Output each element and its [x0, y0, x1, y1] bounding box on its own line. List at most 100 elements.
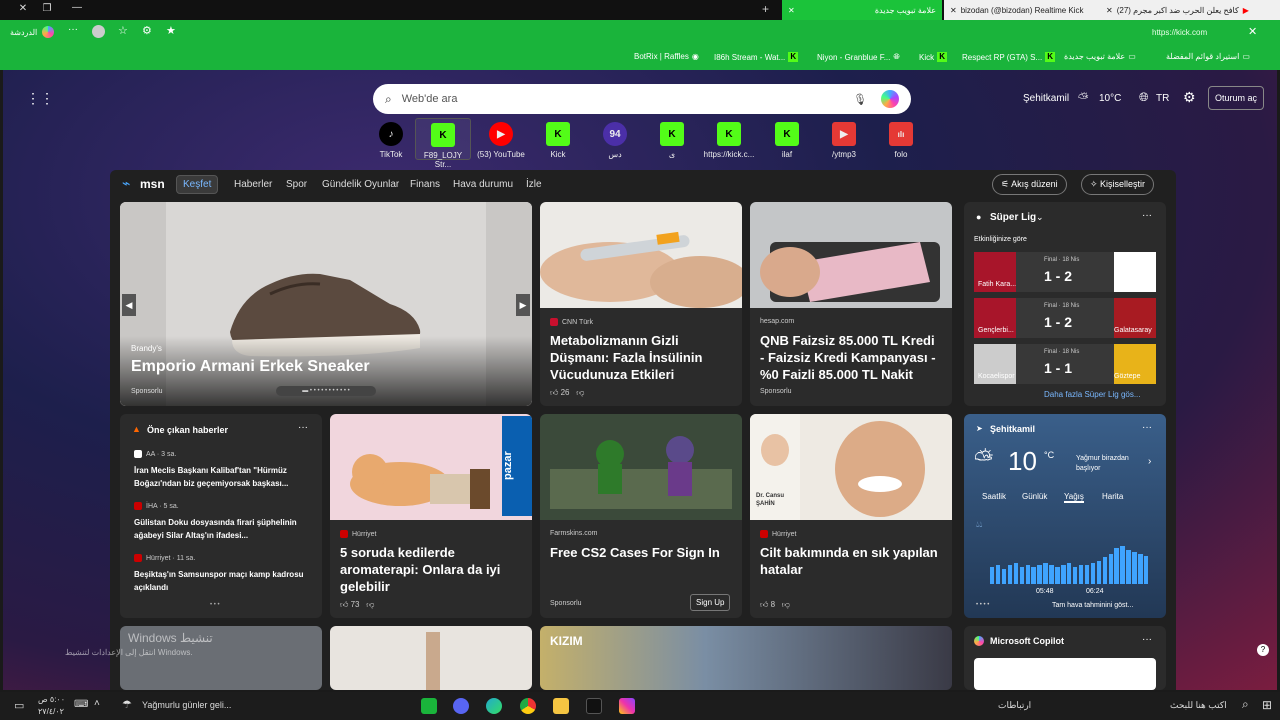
quicklink-youtube[interactable]: ▶ (53) YouTube — [473, 122, 529, 159]
chevron-down-icon[interactable]: ⌄ — [1036, 212, 1044, 223]
match-row[interactable]: Fatih Kara... Final · 18 Nis 1 - 2 Eyüps… — [974, 252, 1156, 292]
weather-tab-daily[interactable]: Günlük — [1022, 492, 1047, 501]
language[interactable]: TR — [1156, 93, 1169, 104]
more-options-icon[interactable]: ··· — [1142, 422, 1152, 433]
bookmark-botrix[interactable]: BotRix | Raffles ◉ — [634, 52, 699, 61]
like-button[interactable]: 👍︎ 26 👎︎ — [550, 388, 584, 398]
keyboard-icon[interactable]: ⌨ — [74, 699, 88, 710]
search-input[interactable]: اكتب هنا للبحث — [1170, 700, 1227, 711]
tab-spor[interactable]: Spor — [286, 179, 307, 190]
chevron-right-icon[interactable]: › — [1148, 456, 1151, 467]
quicklink-ya[interactable]: Kى — [644, 122, 700, 159]
clock-date[interactable]: ٢٧/٤/٠٢ — [38, 707, 64, 716]
start-button[interactable]: ⊞ — [1262, 698, 1272, 712]
tab-new-tab[interactable]: ✕ علامة تبويب جديدة — [782, 0, 942, 20]
like-button[interactable]: 👍︎ 8 👎︎ — [760, 600, 790, 610]
like-button[interactable]: 👍︎ 73 👎︎ — [340, 600, 374, 610]
edge-icon[interactable] — [486, 698, 502, 714]
tab-izle[interactable]: İzle — [526, 179, 542, 190]
profile-label[interactable]: الدردشة — [10, 28, 37, 37]
quicklink-kick[interactable]: K Kick — [530, 122, 586, 159]
tab-haberler[interactable]: Haberler — [234, 179, 272, 190]
location[interactable]: Şehitkamil — [1023, 93, 1069, 104]
signin-button[interactable]: Oturum aç — [1208, 86, 1265, 110]
quicklink-f89[interactable]: K F89_LOJY Str... — [415, 118, 471, 169]
bookmark-stream[interactable]: I86h Stream - Wat... K — [714, 52, 799, 62]
tab-kick[interactable]: ✕ bizodan (@bizodan) Realtime Kick — [944, 0, 1100, 20]
signup-button[interactable]: Sign Up — [690, 594, 731, 611]
personalize-button[interactable]: ✧ Kişiselleştir — [1081, 174, 1155, 195]
feed-layout-button[interactable]: ⚟ Akış düzeni — [992, 174, 1067, 195]
card-title[interactable]: Cilt bakımında en sık yapılan hatalar — [760, 544, 942, 578]
thumbs-down-icon[interactable]: 👎︎ — [366, 600, 374, 609]
pager-dots[interactable]: • • • — [210, 602, 220, 608]
hero-ad-card[interactable]: ◀ ▶ Brandy's Emporio Armani Erkek Sneake… — [120, 202, 532, 406]
discord-icon[interactable] — [453, 698, 469, 714]
card-title[interactable]: Free CS2 Cases For Sign In — [550, 544, 732, 561]
tab-youtube[interactable]: ✕ (27) كافح يعلن الحرب ضد اكبر مجرم ▶ — [1100, 0, 1280, 20]
favorites-icon[interactable]: ☆ — [118, 24, 128, 37]
news-headline[interactable]: Gülistan Doku dosyasında firari şüphelin… — [134, 516, 314, 542]
bookmark-new-tab[interactable]: علامة تبويب جديدة ▭ — [1064, 52, 1136, 61]
chrome-icon[interactable] — [520, 698, 536, 714]
ad-card-cs2[interactable]: Farmskins.com Free CS2 Cases For Sign In… — [540, 414, 742, 618]
news-headline[interactable]: İran Meclis Başkanı Kalibaf'tan "Hürmüz … — [134, 464, 314, 490]
quicklink-94[interactable]: 94 دس — [587, 122, 643, 159]
tab-close-icon[interactable]: ✕ — [1106, 6, 1113, 15]
tab-oyunlar[interactable]: Gündelik Oyunlar — [322, 179, 399, 190]
profile-avatar-icon[interactable] — [92, 25, 105, 38]
news-card-cat[interactable]: pazar Hürriyet 5 soruda kedilerde aromat… — [330, 414, 532, 618]
news-card-partial-3[interactable]: KIZIM — [540, 626, 952, 690]
pager-dots[interactable]: • • • • — [976, 602, 989, 608]
match-row[interactable]: Kocaelispor Final · 18 Nis 1 - 1 Göztepe — [974, 344, 1156, 384]
apps-grid-icon[interactable]: ⋮⋮ — [26, 90, 54, 107]
quicklink-ilaf[interactable]: Kilaf — [759, 122, 815, 159]
weather-widget-icon[interactable]: ☂ — [122, 698, 132, 711]
notification-icon[interactable]: ▭ — [14, 699, 24, 712]
ad-card-qnb[interactable]: hesap.com QNB Faizsiz 85.000 TL Kredi - … — [750, 202, 952, 406]
new-tab-icon[interactable]: + — [762, 2, 769, 16]
news-card-skin[interactable]: Dr. Cansu ŞAHİN Hürriyet Cilt bakımında … — [750, 414, 952, 618]
address-url[interactable]: https://kick.com — [1152, 28, 1207, 37]
thumbs-down-icon[interactable]: 👎︎ — [576, 388, 584, 397]
match-row[interactable]: Gençlerbi... Final · 18 Nis 1 - 2 Galata… — [974, 298, 1156, 338]
news-headline[interactable]: Beşiktaş'ın Samsunspor maçı kamp kadrosu… — [134, 568, 314, 594]
sports-more-link[interactable]: Daha fazla Süper Lig gös... — [1044, 390, 1141, 399]
weather-more-link[interactable]: Tam hava tahminini göst... — [1052, 602, 1133, 609]
more-options-icon[interactable]: ··· — [1142, 634, 1152, 645]
globe-icon[interactable]: 🌐︎ — [1139, 90, 1149, 105]
weather-location[interactable]: Şehitkamil — [990, 424, 1035, 434]
card-title[interactable]: 5 soruda kedilerde aromaterapi: Onlara d… — [340, 544, 522, 595]
tab-close-icon[interactable]: ✕ — [788, 6, 795, 15]
bookmark-niyon[interactable]: Niyon - Granblue F... 🌐︎ — [817, 52, 900, 62]
help-icon[interactable]: ? — [1257, 644, 1269, 656]
bookmark-import[interactable]: استيراد قوائم المفضلة ▭ — [1166, 52, 1250, 61]
more-options-icon[interactable]: ··· — [1142, 210, 1152, 221]
bookmark-respect[interactable]: Respect RP (GTA) S... K — [962, 52, 1056, 62]
close-icon[interactable]: ✕ — [1248, 25, 1257, 38]
quicklink-folo[interactable]: ılı folo — [873, 122, 929, 159]
restore-window-icon[interactable]: ❐ — [32, 3, 62, 14]
search-icon[interactable]: ⌕ — [1242, 697, 1249, 712]
search-bar[interactable]: ⌕ Web'de ara 🎙︎ — [373, 84, 911, 114]
chevron-up-icon[interactable]: ˄ — [94, 698, 100, 709]
news-card-partial-2[interactable] — [330, 626, 532, 690]
app-icon-green[interactable] — [421, 698, 437, 714]
settings-gear-icon[interactable]: ⚙ — [1183, 89, 1196, 106]
more-icon[interactable]: ··· — [68, 24, 78, 35]
tab-close-icon[interactable]: ✕ — [950, 6, 957, 15]
msn-logo[interactable]: msn — [140, 177, 165, 191]
sports-title[interactable]: Süper Lig — [990, 212, 1036, 223]
search-input[interactable]: Web'de ara — [402, 93, 853, 105]
instagram-icon[interactable] — [619, 698, 635, 714]
quicklink-tiktok[interactable]: ♪ TikTok — [363, 122, 419, 159]
tiktok-icon[interactable] — [586, 698, 602, 714]
tab-kesfet[interactable]: Keşfet — [176, 175, 219, 194]
weather-tab-hourly[interactable]: Saatlik — [982, 492, 1006, 501]
card-title[interactable]: QNB Faizsiz 85.000 TL Kredi - Faizsiz Kr… — [760, 332, 942, 383]
header-temp[interactable]: 10°C — [1099, 93, 1121, 104]
carousel-prev-button[interactable]: ◀ — [122, 294, 136, 316]
extensions-icon[interactable]: ⚙ — [142, 24, 152, 37]
weather-widget-text[interactable]: Yağmurlu günler geli... — [142, 700, 231, 710]
clock-time[interactable]: ٥:٠٠ ص — [38, 695, 65, 704]
